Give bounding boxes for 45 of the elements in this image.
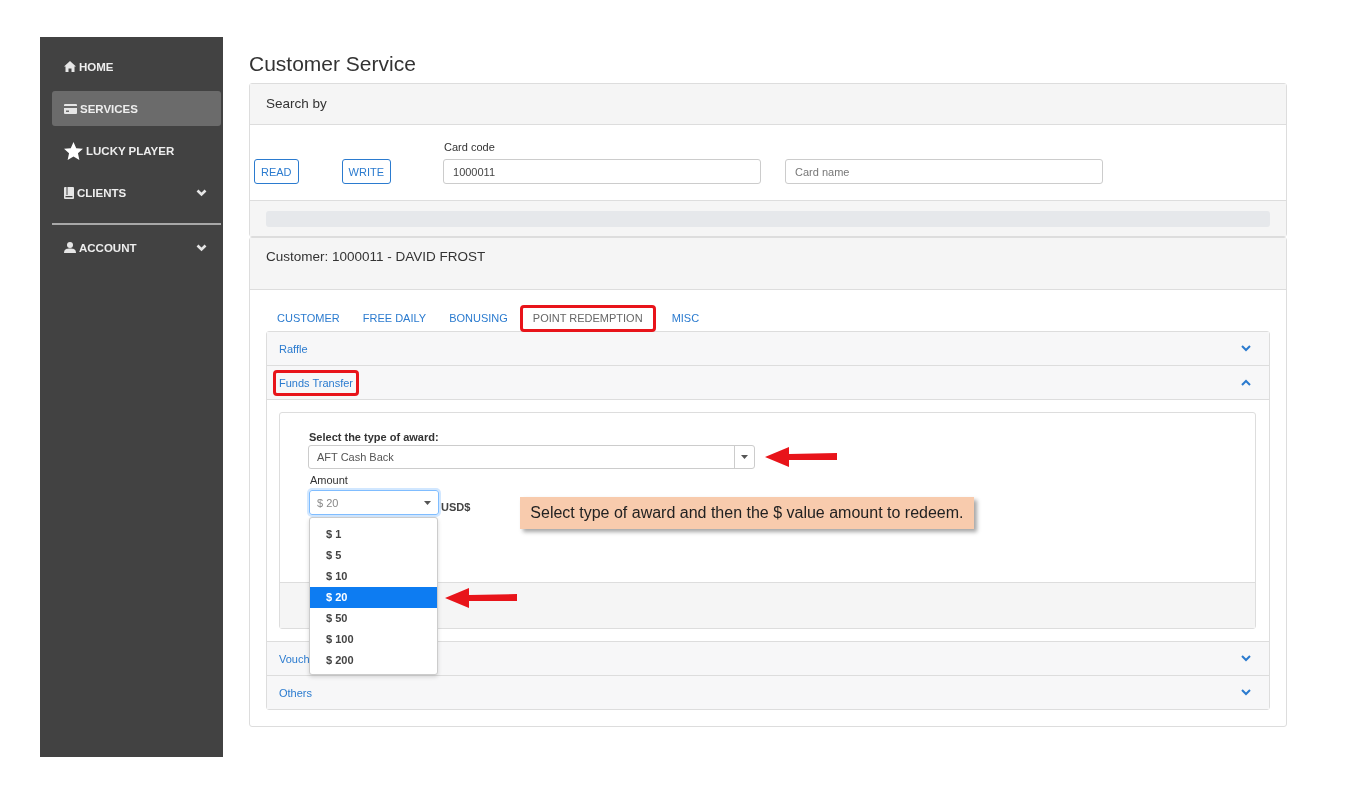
tab[interactable]: BONUSING	[449, 311, 508, 325]
select-field[interactable]: AFT Cash Back	[308, 445, 755, 469]
accordion-title: Others	[279, 685, 312, 700]
field-label: Select the type of award:	[309, 430, 440, 444]
outline-button[interactable]: WRITE	[341, 159, 391, 184]
chevron-down-icon	[196, 243, 207, 252]
dropdown-option[interactable]: $ 5	[326, 549, 342, 562]
dropdown-option[interactable]: $ 10	[326, 570, 348, 583]
accordion-header[interactable]: Funds Transfer	[267, 366, 1269, 399]
tab[interactable]: POINT REDEMPTION	[519, 304, 656, 332]
unit-label: USD$	[441, 501, 471, 514]
chevron-down-icon	[196, 188, 207, 197]
sidebar-item[interactable]: HOME	[64, 59, 114, 74]
sidebar-item[interactable]: LUCKY PLAYER	[64, 141, 175, 160]
field-label: Amount	[310, 473, 349, 487]
accordion-title: Vouch	[279, 651, 310, 666]
sidebar-item[interactable]: ACCOUNT	[64, 240, 137, 255]
panel-title: Search by	[266, 96, 327, 112]
sidebar-item[interactable]: CLIENTS	[64, 185, 127, 200]
dropdown-option[interactable]: $ 50	[326, 612, 348, 625]
tab[interactable]: MISC	[671, 311, 700, 325]
accordion-header[interactable]: Raffle	[267, 332, 1269, 365]
tab[interactable]: CUSTOMER	[277, 311, 340, 325]
input-field[interactable]: 1000011	[443, 159, 761, 184]
dropdown-option[interactable]: $ 1	[326, 528, 342, 541]
accordion-title: Funds Transfer	[273, 369, 359, 396]
accordion-header[interactable]: Others	[267, 676, 1269, 709]
page-title: Customer Service	[249, 51, 417, 77]
callout-note: Select type of award and then the $ value amount to redeem.	[520, 497, 974, 529]
tab[interactable]: FREE DAILY	[362, 311, 427, 325]
home-icon	[64, 61, 76, 72]
outline-button[interactable]: READ	[254, 159, 299, 184]
input-field[interactable]: Card name	[785, 159, 1103, 184]
caret-icon	[424, 500, 431, 505]
panel-title: Customer: 1000011 - DAVID FROST	[266, 249, 486, 265]
star-icon	[64, 141, 83, 160]
sidebar-item[interactable]: SERVICES	[52, 91, 221, 126]
caret-icon	[741, 455, 748, 459]
user-icon	[64, 242, 76, 253]
accordion-title: Raffle	[279, 341, 308, 356]
card-icon	[64, 103, 77, 114]
book-icon	[64, 186, 74, 199]
dropdown-select[interactable]: $ 20	[309, 490, 439, 515]
dropdown-option[interactable]: $ 200	[326, 654, 354, 667]
field-label: Card code	[444, 141, 496, 154]
